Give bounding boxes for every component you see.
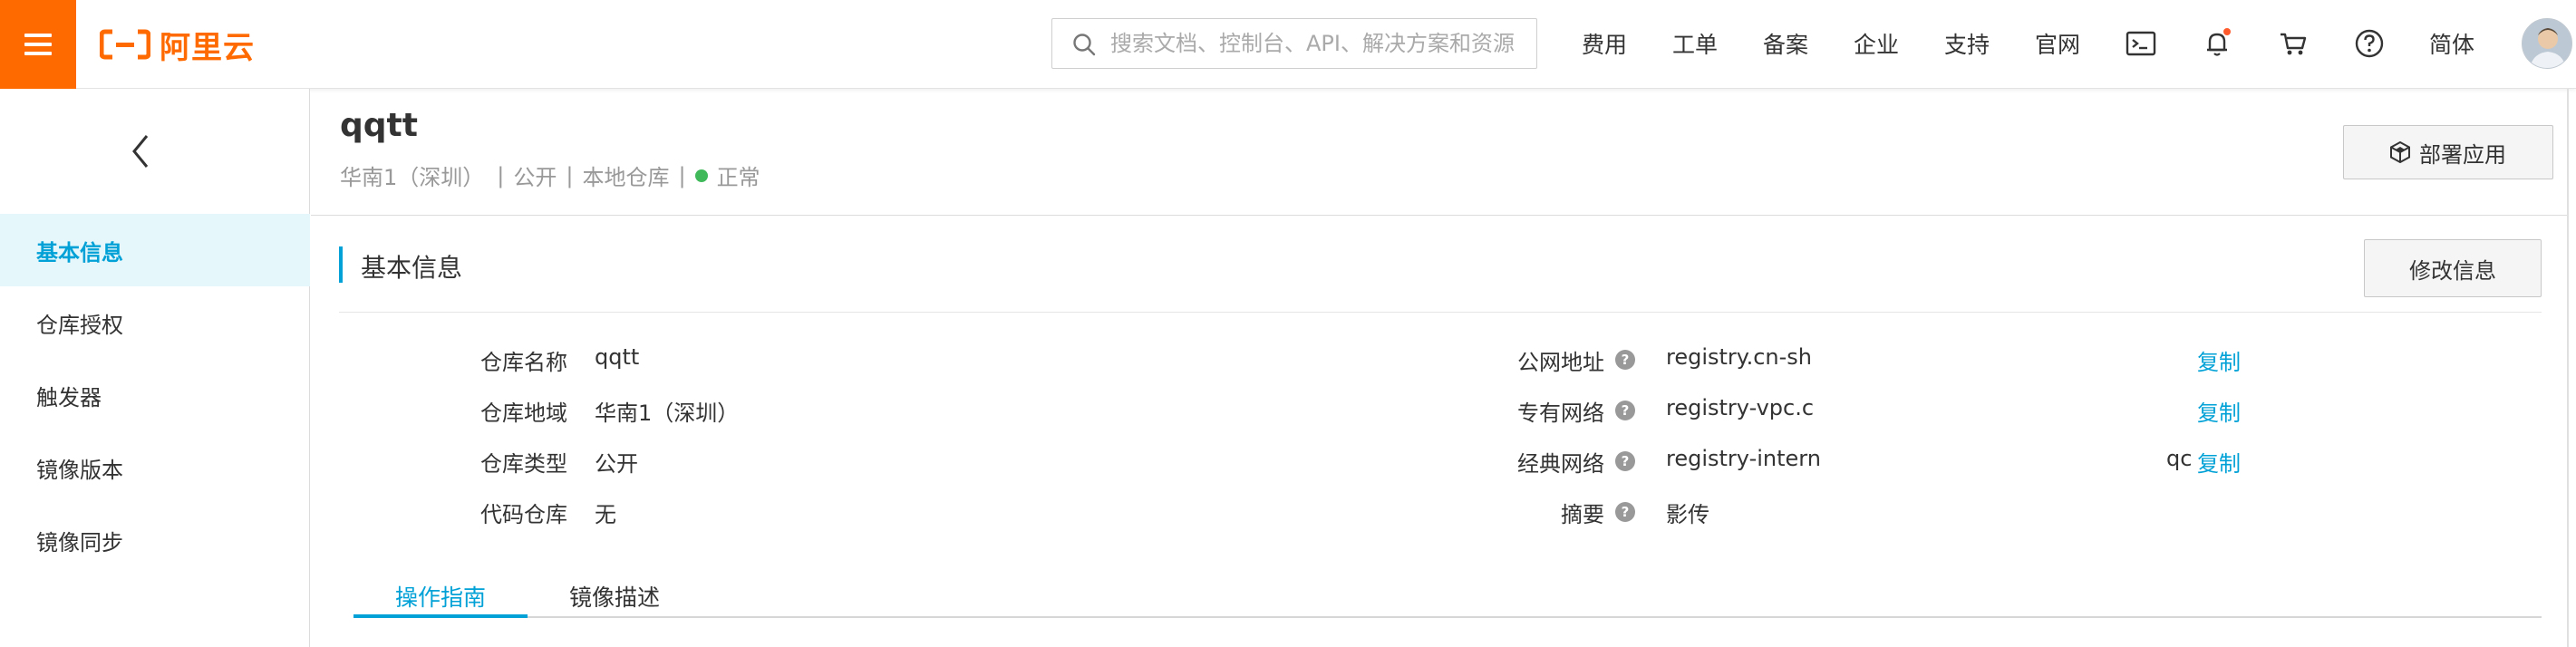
- label-classic-endpoint: 经典网络: [1517, 451, 1604, 477]
- edit-info-button[interactable]: 修改信息: [2364, 239, 2542, 297]
- copy-vpc-endpoint-link[interactable]: 复制: [2197, 395, 2241, 427]
- global-search[interactable]: [1051, 18, 1537, 69]
- meta-separator: |: [566, 162, 574, 188]
- bell-icon[interactable]: [2201, 27, 2233, 60]
- status-dot-icon: [694, 169, 708, 182]
- tab-label: 镜像描述: [568, 584, 660, 611]
- sidebar-item-label: 镜像同步: [36, 529, 123, 555]
- nav-icp-filing[interactable]: 备案: [1763, 27, 1808, 60]
- cube-icon: [2390, 141, 2410, 163]
- left-sidebar: 基本信息 仓库授权 触发器 镜像版本 镜像同步: [0, 89, 310, 647]
- sidebar-item-label: 触发器: [36, 384, 102, 410]
- repo-kind: 本地仓库: [582, 165, 670, 190]
- language-switch[interactable]: 简体: [2429, 27, 2474, 60]
- sidebar-item-label: 基本信息: [36, 239, 123, 266]
- label-code-repo: 代码仓库: [480, 502, 567, 527]
- value-repo-type: 公开: [595, 451, 638, 477]
- cart-icon[interactable]: [2277, 27, 2310, 60]
- aliyun-logo[interactable]: 阿里云: [100, 24, 255, 66]
- tab-operation-guide[interactable]: 操作指南: [353, 580, 528, 618]
- label-digest: 摘要: [1561, 502, 1604, 527]
- avatar-image: [2523, 19, 2571, 68]
- repo-region: 华南1（深圳）: [340, 165, 485, 190]
- search-icon: [1073, 34, 1096, 56]
- help-icon[interactable]: ?: [1615, 401, 1635, 420]
- repository-meta: 华南1（深圳） | 公开 | 本地仓库 | 正常: [340, 159, 760, 191]
- terminal-icon[interactable]: [2125, 27, 2157, 60]
- deploy-button-label: 部署应用: [2419, 141, 2506, 168]
- brand-name: 阿里云: [160, 29, 255, 66]
- value-classic-endpoint-tail: qc: [2166, 446, 2193, 471]
- sidebar-item-label: 仓库授权: [36, 312, 123, 338]
- sidebar-item-image-versions[interactable]: 镜像版本: [0, 431, 310, 504]
- repository-header: qqtt 华南1（深圳） | 公开 | 本地仓库 | 正常 部署应用: [311, 89, 2568, 216]
- help-icon[interactable]: ?: [1615, 350, 1635, 370]
- tab-image-description[interactable]: 镜像描述: [528, 580, 702, 618]
- chevron-left-icon[interactable]: [123, 129, 160, 174]
- nav-tickets[interactable]: 工单: [1672, 27, 1718, 60]
- content-right-border: [2567, 89, 2569, 647]
- nav-official-site[interactable]: 官网: [2035, 27, 2080, 60]
- tab-label: 操作指南: [394, 584, 486, 611]
- copy-public-endpoint-link[interactable]: 复制: [2197, 344, 2241, 376]
- help-circle-icon[interactable]: [2353, 27, 2386, 60]
- value-code-repo: 无: [595, 502, 616, 527]
- meta-separator: |: [497, 162, 505, 188]
- sidebar-item-basic-info[interactable]: 基本信息: [0, 214, 310, 286]
- label-repo-type: 仓库类型: [480, 451, 567, 477]
- value-repo-name: qqtt: [595, 344, 640, 370]
- help-icon[interactable]: ?: [1615, 451, 1635, 471]
- label-vpc-endpoint: 专有网络: [1517, 401, 1604, 426]
- label-public-endpoint: 公网地址: [1517, 350, 1604, 375]
- meta-separator: |: [678, 162, 686, 188]
- status-badge: 正常: [716, 165, 760, 190]
- help-icon[interactable]: ?: [1615, 502, 1635, 522]
- hamburger-menu-button[interactable]: [0, 0, 76, 89]
- value-repo-region: 华南1（深圳）: [595, 401, 740, 426]
- repo-visibility: 公开: [513, 165, 557, 190]
- value-classic-endpoint: registry-intern: [1666, 446, 1821, 471]
- value-digest: 影传: [1666, 502, 1709, 527]
- section-title: 基本信息: [361, 253, 463, 283]
- deploy-application-button[interactable]: 部署应用: [2343, 125, 2553, 179]
- section-divider: [339, 312, 2542, 313]
- nav-billing[interactable]: 费用: [1582, 27, 1627, 60]
- sidebar-item-triggers[interactable]: 触发器: [0, 359, 310, 431]
- top-navigation-bar: 阿里云 费用 工单 备案 企业 支持 官网 简体: [0, 0, 2576, 89]
- copy-classic-endpoint-link[interactable]: 复制: [2197, 446, 2241, 478]
- sidebar-item-label: 镜像版本: [36, 457, 123, 483]
- nav-support[interactable]: 支持: [1944, 27, 1990, 60]
- nav-enterprise[interactable]: 企业: [1854, 27, 1899, 60]
- sidebar-item-image-sync[interactable]: 镜像同步: [0, 504, 310, 576]
- page-title: qqtt: [340, 107, 418, 144]
- edit-button-label: 修改信息: [2409, 257, 2496, 284]
- label-repo-name: 仓库名称: [480, 350, 567, 375]
- search-input[interactable]: [1110, 31, 1536, 56]
- sidebar-item-repo-authorization[interactable]: 仓库授权: [0, 286, 310, 359]
- section-accent-bar: [339, 246, 343, 283]
- value-vpc-endpoint: registry-vpc.c: [1666, 395, 1815, 420]
- aliyun-logo-icon: [100, 29, 150, 60]
- label-repo-region: 仓库地域: [480, 401, 567, 426]
- user-avatar[interactable]: [2522, 18, 2572, 69]
- value-public-endpoint: registry.cn-sh: [1666, 344, 1812, 370]
